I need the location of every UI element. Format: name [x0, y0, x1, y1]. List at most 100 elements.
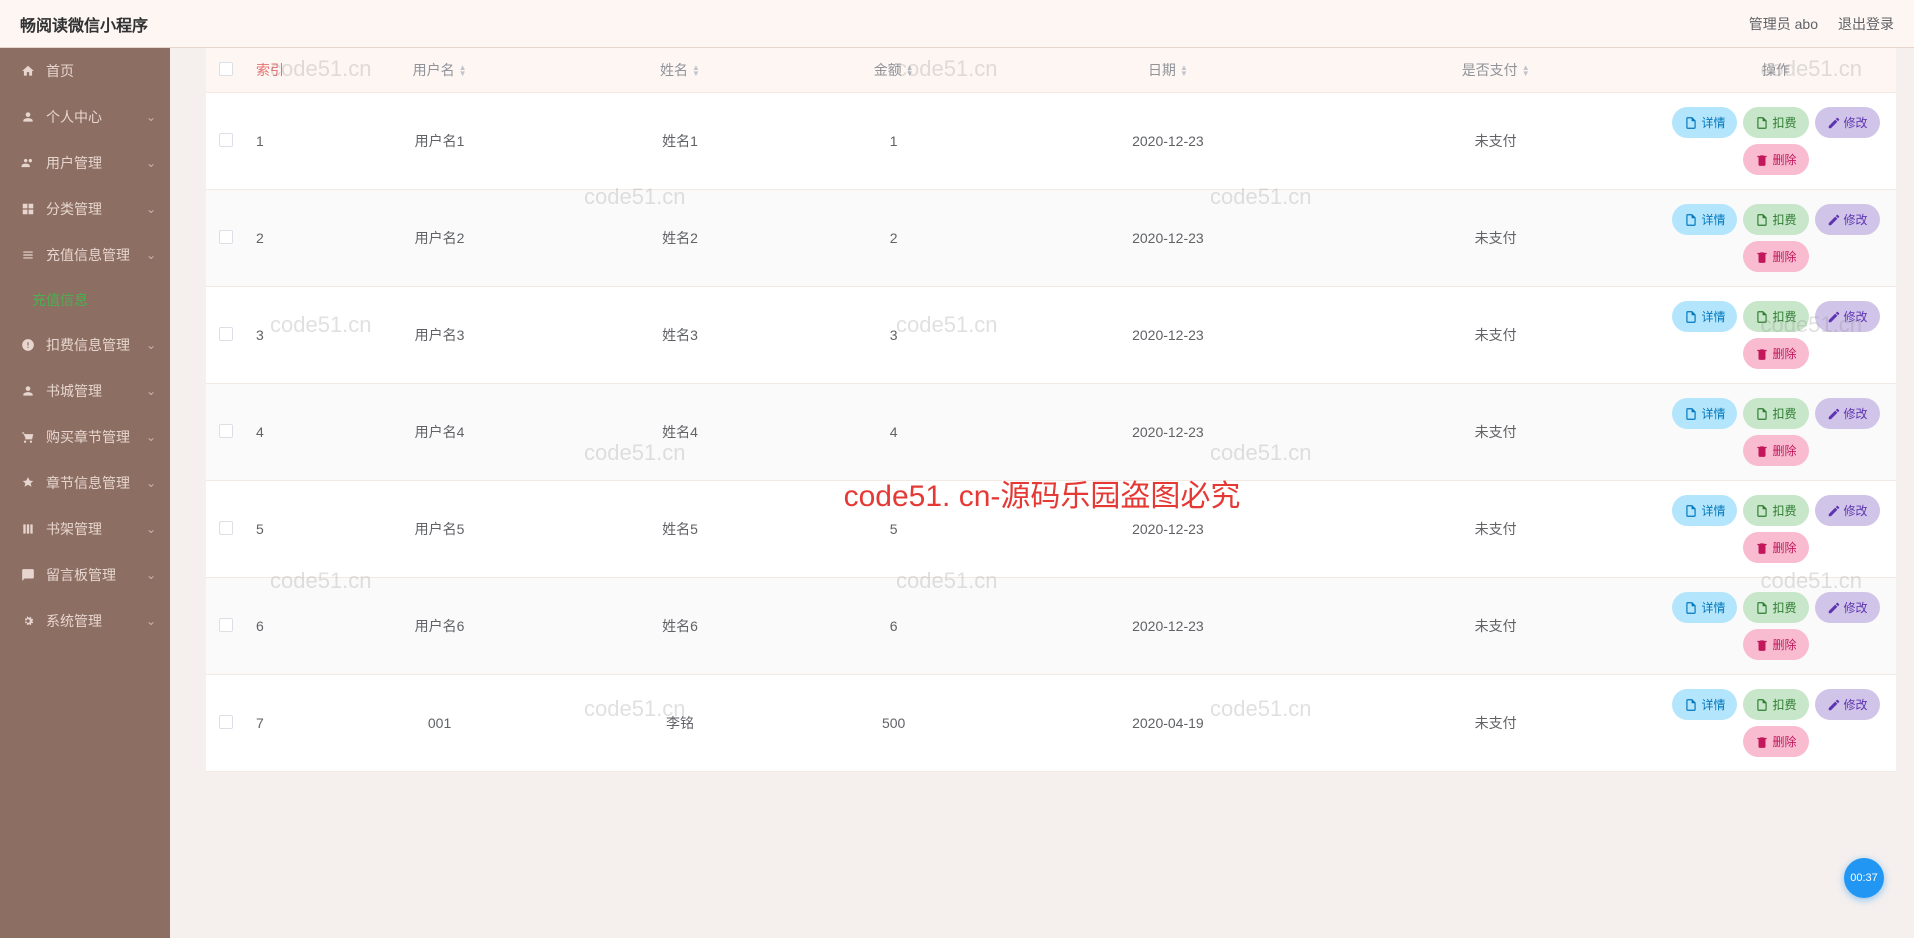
chevron-down-icon: ⌄: [146, 338, 156, 352]
row-checkbox[interactable]: [219, 133, 233, 147]
deduct-button[interactable]: 扣费: [1743, 592, 1808, 623]
edit-button[interactable]: 修改: [1815, 301, 1880, 332]
col-username[interactable]: 用户名▲▼: [306, 48, 573, 93]
cell-index: 2: [246, 190, 306, 287]
logout-link[interactable]: 退出登录: [1838, 14, 1894, 34]
cell-username: 001: [306, 675, 573, 772]
col-index[interactable]: 索引: [246, 48, 306, 93]
sidebar-item-label: 书城管理: [46, 381, 102, 401]
sidebar-item-label: 购买章节管理: [46, 427, 130, 447]
cell-actions: 详情扣费修改删除: [1656, 384, 1896, 481]
detail-button[interactable]: 详情: [1672, 204, 1737, 235]
sidebar-item-book[interactable]: 书城管理⌄: [0, 368, 170, 414]
row-checkbox[interactable]: [219, 327, 233, 341]
cell-amount: 6: [787, 578, 1001, 675]
deduct-button[interactable]: 扣费: [1743, 689, 1808, 720]
cell-name: 姓名4: [573, 384, 787, 481]
delete-button[interactable]: 删除: [1743, 435, 1808, 466]
col-name[interactable]: 姓名▲▼: [573, 48, 787, 93]
table-row: 1用户名1姓名112020-12-23未支付详情扣费修改删除: [206, 93, 1896, 190]
sidebar-item-label: 分类管理: [46, 199, 102, 219]
sidebar-item-message[interactable]: 留言板管理 ⌄: [0, 552, 170, 598]
row-checkbox[interactable]: [219, 521, 233, 535]
sidebar-item-cart[interactable]: 购买章节管理⌄: [0, 414, 170, 460]
category-icon: [20, 201, 36, 217]
detail-button[interactable]: 详情: [1672, 398, 1737, 429]
delete-button[interactable]: 删除: [1743, 144, 1808, 175]
cell-paid: 未支付: [1335, 481, 1656, 578]
edit-button[interactable]: 修改: [1815, 592, 1880, 623]
detail-button[interactable]: 详情: [1672, 301, 1737, 332]
sidebar-item-shelf[interactable]: 书架管理⌄: [0, 506, 170, 552]
deduct-button[interactable]: 扣费: [1743, 301, 1808, 332]
cell-username: 用户名4: [306, 384, 573, 481]
sidebar-item-users[interactable]: 用户管理⌄: [0, 140, 170, 186]
sidebar-item-system[interactable]: 系统管理⌄: [0, 598, 170, 644]
home-icon: [20, 63, 36, 79]
header: 畅阅读微信小程序 管理员 abo 退出登录: [0, 0, 1914, 48]
cell-paid: 未支付: [1335, 384, 1656, 481]
table-row: 3用户名3姓名332020-12-23未支付详情扣费修改删除: [206, 287, 1896, 384]
edit-button[interactable]: 修改: [1815, 495, 1880, 526]
detail-button[interactable]: 详情: [1672, 689, 1737, 720]
sidebar-item-user[interactable]: 个人中心⌄: [0, 94, 170, 140]
select-all-checkbox[interactable]: [219, 62, 233, 76]
cell-amount: 1: [787, 93, 1001, 190]
message-icon: [20, 567, 36, 583]
delete-button[interactable]: 删除: [1743, 726, 1808, 757]
sidebar-item-label: 书架管理: [46, 519, 102, 539]
cell-username: 用户名5: [306, 481, 573, 578]
cell-name: 姓名6: [573, 578, 787, 675]
table-row: 7001李铭5002020-04-19未支付详情扣费修改删除: [206, 675, 1896, 772]
sidebar-item-deduct[interactable]: 扣费信息管理⌄: [0, 322, 170, 368]
col-paid[interactable]: 是否支付▲▼: [1335, 48, 1656, 93]
cell-username: 用户名6: [306, 578, 573, 675]
delete-button[interactable]: 删除: [1743, 532, 1808, 563]
col-date[interactable]: 日期▲▼: [1001, 48, 1336, 93]
row-checkbox[interactable]: [219, 618, 233, 632]
sidebar-item-label: 充值信息管理: [46, 245, 130, 265]
sidebar-item-label: 章节信息管理: [46, 473, 130, 493]
app-title: 畅阅读微信小程序: [20, 12, 148, 36]
deduct-button[interactable]: 扣费: [1743, 495, 1808, 526]
detail-button[interactable]: 详情: [1672, 107, 1737, 138]
sidebar-item-recharge[interactable]: 充值信息管理 ⌄: [0, 232, 170, 278]
timer-badge[interactable]: 00:37: [1844, 858, 1884, 898]
edit-button[interactable]: 修改: [1815, 204, 1880, 235]
row-checkbox[interactable]: [219, 715, 233, 729]
sort-icon: ▲▼: [692, 65, 700, 77]
deduct-button[interactable]: 扣费: [1743, 107, 1808, 138]
user-icon: [20, 109, 36, 125]
row-checkbox[interactable]: [219, 424, 233, 438]
sidebar-item-home[interactable]: 首页: [0, 48, 170, 94]
sort-icon: ▲▼: [1180, 65, 1188, 77]
sidebar-item-chapter[interactable]: 章节信息管理⌄: [0, 460, 170, 506]
deduct-button[interactable]: 扣费: [1743, 204, 1808, 235]
edit-button[interactable]: 修改: [1815, 689, 1880, 720]
chevron-down-icon: ⌄: [146, 248, 156, 262]
cell-date: 2020-12-23: [1001, 481, 1336, 578]
sidebar-item-label: 留言板管理: [46, 565, 116, 585]
sidebar-item-label: 个人中心: [46, 107, 102, 127]
detail-button[interactable]: 详情: [1672, 592, 1737, 623]
sidebar-subitem[interactable]: 充值信息: [0, 278, 170, 322]
row-checkbox[interactable]: [219, 230, 233, 244]
delete-button[interactable]: 删除: [1743, 241, 1808, 272]
cell-paid: 未支付: [1335, 93, 1656, 190]
deduct-button[interactable]: 扣费: [1743, 398, 1808, 429]
sidebar-item-label: 系统管理: [46, 611, 102, 631]
cell-username: 用户名3: [306, 287, 573, 384]
edit-button[interactable]: 修改: [1815, 107, 1880, 138]
sidebar: 首页个人中心⌄用户管理⌄分类管理⌄充值信息管理⌄充值信息扣费信息管理⌄书城管理⌄…: [0, 48, 170, 938]
detail-button[interactable]: 详情: [1672, 495, 1737, 526]
cell-actions: 详情扣费修改删除: [1656, 190, 1896, 287]
col-action: 操作: [1656, 48, 1896, 93]
sidebar-item-category[interactable]: 分类管理⌄: [0, 186, 170, 232]
admin-label[interactable]: 管理员 abo: [1749, 14, 1818, 34]
col-amount[interactable]: 金额▲▼: [787, 48, 1001, 93]
delete-button[interactable]: 删除: [1743, 338, 1808, 369]
chevron-down-icon: ⌄: [146, 568, 156, 582]
cell-date: 2020-12-23: [1001, 578, 1336, 675]
delete-button[interactable]: 删除: [1743, 629, 1808, 660]
edit-button[interactable]: 修改: [1815, 398, 1880, 429]
